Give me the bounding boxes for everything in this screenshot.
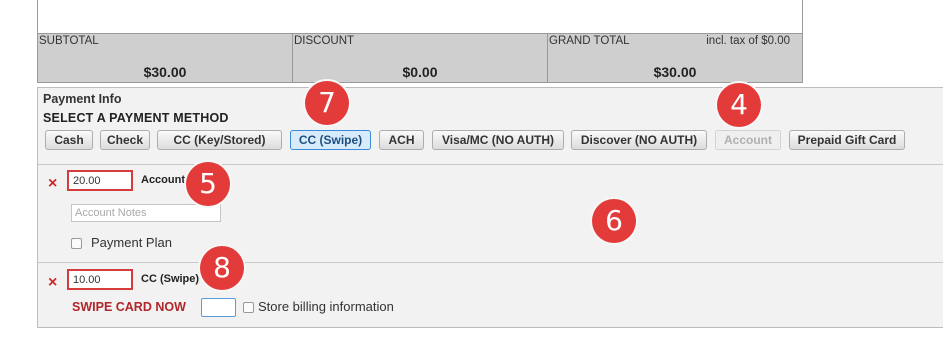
callout-badge-4: 4 <box>717 83 761 127</box>
payment-entry-account: × Account Payment Plan <box>38 164 943 262</box>
payment-plan-label: Payment Plan <box>91 235 172 250</box>
method-button-discover-no-auth[interactable]: Discover (NO AUTH) <box>571 130 707 150</box>
callout-badge-8: 8 <box>200 246 244 290</box>
subtotal-label: SUBTOTAL <box>39 35 99 47</box>
grand-total-cell: GRAND TOTAL incl. tax of $0.00 $30.00 <box>548 34 802 82</box>
select-method-title: SELECT A PAYMENT METHOD <box>43 111 229 125</box>
grand-total-label: GRAND TOTAL <box>549 35 630 47</box>
method-button-ach[interactable]: ACH <box>379 130 424 150</box>
swipe-card-prompt: SWIPE CARD NOW <box>72 300 186 314</box>
payment-entry-cc-swipe: × CC (Swipe) SWIPE CARD NOW Store billin… <box>38 262 943 328</box>
totals-bar: SUBTOTAL $30.00 DISCOUNT $0.00 GRAND TOT… <box>37 34 803 83</box>
account-notes-input[interactable] <box>71 204 221 222</box>
grand-total-value: $30.00 <box>653 64 697 80</box>
discount-label: DISCOUNT <box>294 35 355 47</box>
method-button-visa-mc-no-auth[interactable]: Visa/MC (NO AUTH) <box>432 130 564 150</box>
remove-entry-icon[interactable]: × <box>48 275 57 291</box>
subtotal-value: $30.00 <box>143 64 187 80</box>
method-label: Account <box>141 174 185 186</box>
method-button-cash[interactable]: Cash <box>45 130 93 150</box>
order-items-area <box>37 0 803 34</box>
payment-info-title: Payment Info <box>43 92 122 106</box>
store-billing-checkbox[interactable] <box>243 302 254 313</box>
callout-badge-5: 5 <box>186 162 230 206</box>
subtotal-cell: SUBTOTAL $30.00 <box>38 34 293 82</box>
remove-entry-icon[interactable]: × <box>48 176 57 192</box>
method-button-cc-key-stored[interactable]: CC (Key/Stored) <box>157 130 282 150</box>
callout-badge-7: 7 <box>305 81 349 125</box>
discount-cell: DISCOUNT $0.00 <box>293 34 548 82</box>
amount-input[interactable] <box>67 269 133 290</box>
method-button-account[interactable]: Account <box>715 130 781 150</box>
method-button-check[interactable]: Check <box>100 130 150 150</box>
method-label: CC (Swipe) <box>141 273 200 285</box>
method-button-prepaid-gift-card[interactable]: Prepaid Gift Card <box>789 130 905 150</box>
callout-badge-6: 6 <box>592 199 636 243</box>
swipe-input[interactable] <box>201 298 236 317</box>
payment-plan-checkbox[interactable] <box>71 238 82 249</box>
tax-note: incl. tax of $0.00 <box>706 35 790 47</box>
payment-info-panel: Payment Info SELECT A PAYMENT METHOD Cas… <box>37 87 943 328</box>
method-button-cc-swipe[interactable]: CC (Swipe) <box>290 130 371 150</box>
store-billing-label: Store billing information <box>258 299 394 314</box>
discount-value: $0.00 <box>402 64 438 80</box>
amount-input[interactable] <box>67 170 133 191</box>
